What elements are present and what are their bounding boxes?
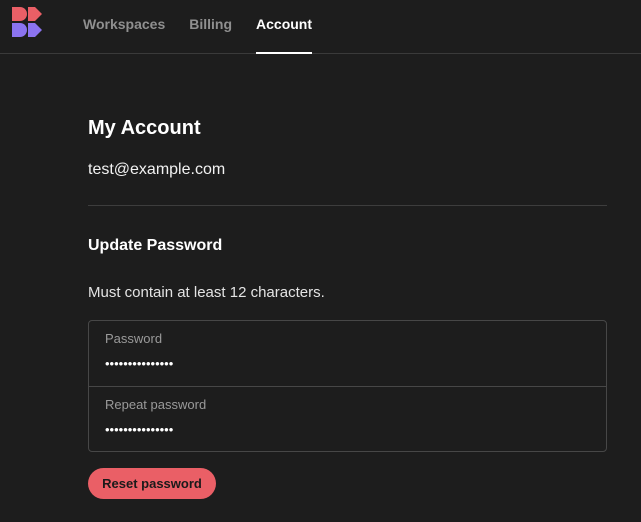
reset-password-button[interactable]: Reset password	[88, 468, 216, 499]
main-nav: Workspaces Billing Account	[83, 0, 313, 54]
app-logo-shape	[12, 7, 42, 37]
password-label: Password	[105, 331, 163, 346]
nav-tab-workspaces[interactable]: Workspaces	[83, 0, 165, 53]
page-title: My Account	[88, 117, 201, 139]
section-divider	[88, 205, 607, 206]
password-field[interactable]: Password	[89, 321, 606, 386]
repeat-password-input[interactable]	[105, 419, 585, 439]
password-input[interactable]	[105, 353, 585, 373]
password-form: Password Repeat password	[88, 320, 607, 452]
nav-tab-account[interactable]: Account	[256, 0, 313, 54]
app-logo-icon[interactable]	[11, 6, 43, 38]
password-requirement-hint: Must contain at least 12 characters.	[88, 284, 325, 301]
repeat-password-label: Repeat password	[105, 397, 207, 412]
nav-tab-billing[interactable]: Billing	[189, 0, 232, 53]
repeat-password-field[interactable]: Repeat password	[89, 386, 606, 451]
account-email: test@example.com	[88, 161, 226, 178]
top-navigation-bar: Workspaces Billing Account	[0, 0, 641, 54]
update-password-heading: Update Password	[88, 237, 223, 254]
